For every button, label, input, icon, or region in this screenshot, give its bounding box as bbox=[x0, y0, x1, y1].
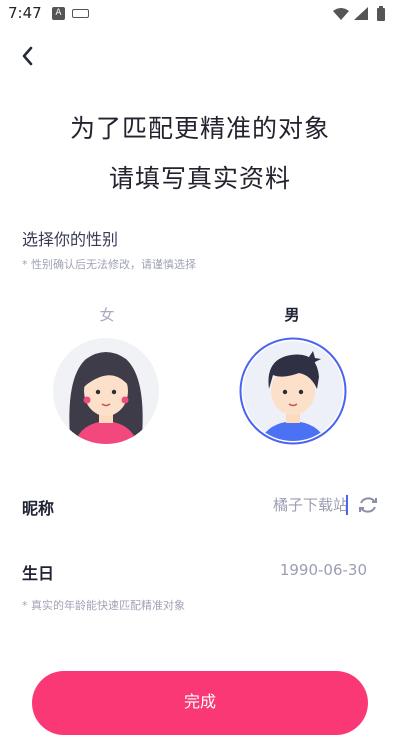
nickname-label: 昵称 bbox=[22, 499, 55, 518]
page-title-line1: 为了匹配更精准的对象 bbox=[69, 114, 330, 143]
male-label[interactable]: 男 bbox=[272, 304, 312, 325]
system-status-icons bbox=[333, 6, 385, 21]
refresh-icon[interactable] bbox=[357, 494, 379, 516]
male-avatar-selected[interactable] bbox=[239, 337, 347, 445]
birthday-note: * 真实的年龄能快速匹配精准对象 bbox=[22, 599, 185, 612]
status-bar: 7:47 A bbox=[0, 0, 400, 28]
female-avatar[interactable] bbox=[52, 337, 160, 445]
birthday-value[interactable]: 1990-06-30 bbox=[280, 561, 367, 579]
page-title-line2: 请填写真实资料 bbox=[108, 164, 291, 193]
nickname-input[interactable] bbox=[208, 493, 348, 517]
a-notification-icon: A bbox=[52, 7, 65, 20]
battery-icon bbox=[377, 6, 385, 21]
keyboard-icon bbox=[72, 9, 89, 18]
birthday-label: 生日 bbox=[22, 564, 55, 583]
signal-icon bbox=[354, 7, 368, 20]
wifi-icon bbox=[333, 8, 349, 20]
female-label[interactable]: 女 bbox=[87, 304, 127, 325]
gender-note: * 性别确认后无法修改，请谨慎选择 bbox=[22, 258, 196, 271]
text-caret bbox=[346, 495, 348, 515]
status-time: 7:47 bbox=[8, 4, 42, 22]
gender-section-title: 选择你的性别 bbox=[22, 230, 119, 249]
back-arrow-icon[interactable] bbox=[16, 44, 40, 68]
done-button[interactable]: 完成 bbox=[32, 671, 368, 735]
